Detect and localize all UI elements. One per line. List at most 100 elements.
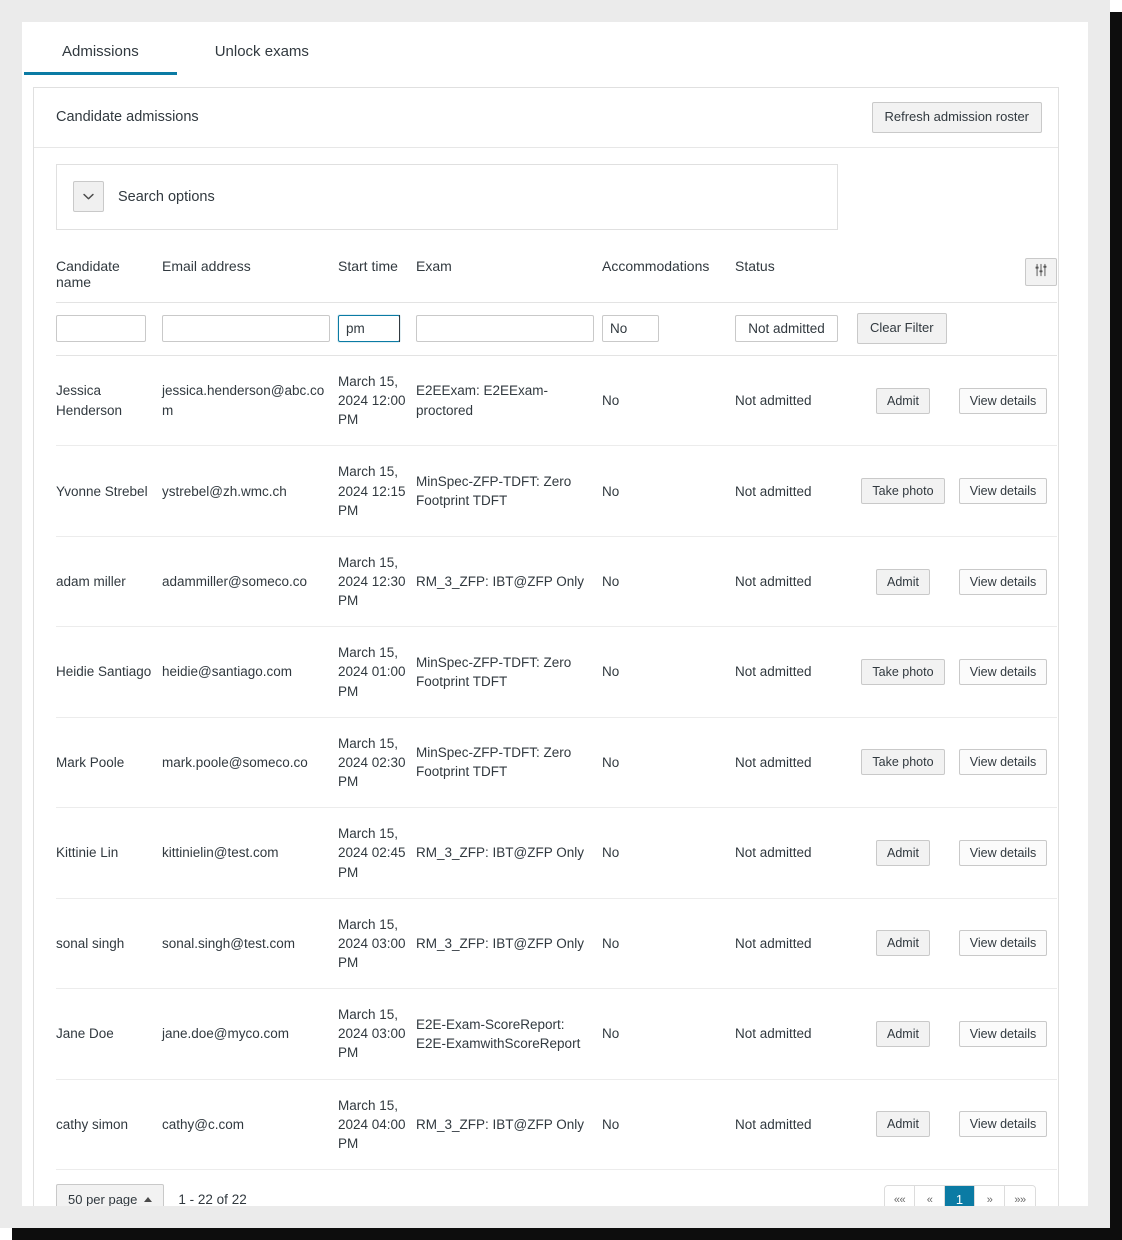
view-details-button[interactable]: View details bbox=[958, 568, 1048, 595]
view-details-button[interactable]: View details bbox=[958, 659, 1048, 686]
cell-candidate-name: adam miller bbox=[56, 536, 162, 628]
cell-status: Not admitted bbox=[735, 717, 857, 809]
table-row[interactable]: sonal singh sonal.singh@test.com March 1… bbox=[56, 898, 1057, 990]
filter-row: Clear Filter bbox=[56, 302, 1057, 356]
sliders-filter-icon bbox=[1034, 263, 1048, 280]
table-row[interactable]: Yvonne Strebel ystrebel@zh.wmc.ch March … bbox=[56, 445, 1057, 537]
cell-candidate-name: Mark Poole bbox=[56, 717, 162, 809]
filter-status-select[interactable] bbox=[735, 314, 838, 342]
take-photo-button[interactable]: Take photo bbox=[861, 749, 945, 776]
cell-email: cathy@c.com bbox=[162, 1079, 338, 1171]
cell-candidate-name: Yvonne Strebel bbox=[56, 445, 162, 537]
cell-status: Not admitted bbox=[735, 355, 857, 447]
table-row[interactable]: Jane Doe jane.doe@myco.com March 15, 202… bbox=[56, 988, 1057, 1080]
cell-email: heidie@santiago.com bbox=[162, 626, 338, 718]
cell-exam: RM_3_ZFP: IBT@ZFP Only bbox=[416, 1079, 602, 1171]
cell-candidate-name: Jane Doe bbox=[56, 988, 162, 1080]
cell-exam: MinSpec-ZFP-TDFT: Zero Footprint TDFT bbox=[416, 717, 602, 809]
cell-email: mark.poole@someco.co bbox=[162, 717, 338, 809]
filter-cell-exam bbox=[416, 302, 602, 356]
search-options-panel: Search options bbox=[56, 163, 838, 230]
table-row[interactable]: Jessica Henderson jessica.henderson@abc.… bbox=[56, 355, 1057, 447]
column-header-start-time[interactable]: Start time bbox=[338, 257, 416, 303]
table-row[interactable]: Mark Poole mark.poole@someco.co March 15… bbox=[56, 717, 1057, 809]
filter-cell-empty bbox=[957, 302, 1057, 356]
cell-action: Admit bbox=[857, 355, 957, 447]
cell-email: ystrebel@zh.wmc.ch bbox=[162, 445, 338, 537]
refresh-admission-roster-button[interactable]: Refresh admission roster bbox=[871, 102, 1042, 133]
column-header-candidate-name[interactable]: Candidate name bbox=[56, 257, 162, 303]
table-row[interactable]: cathy simon cathy@c.com March 15, 2024 0… bbox=[56, 1079, 1057, 1171]
table-row[interactable]: adam miller adammiller@someco.co March 1… bbox=[56, 536, 1057, 628]
view-details-button[interactable]: View details bbox=[958, 1111, 1048, 1138]
cell-details: View details bbox=[957, 807, 1057, 899]
cell-details: View details bbox=[957, 1079, 1057, 1171]
cell-start-time: March 15, 2024 12:00 PM bbox=[338, 355, 416, 447]
cell-start-time: March 15, 2024 12:15 PM bbox=[338, 445, 416, 537]
filter-cell-accommodations bbox=[602, 302, 735, 356]
table-body: Clear Filter Jessica Henderson jessica.h… bbox=[56, 302, 1057, 1171]
cell-candidate-name: cathy simon bbox=[56, 1079, 162, 1171]
pagination-first-button[interactable]: «« bbox=[885, 1185, 915, 1206]
admit-button[interactable]: Admit bbox=[876, 839, 930, 866]
table-row[interactable]: Kittinie Lin kittinielin@test.com March … bbox=[56, 807, 1057, 899]
filter-start-time-input[interactable] bbox=[338, 314, 400, 342]
admit-button[interactable]: Admit bbox=[876, 387, 930, 414]
filter-accommodations-select[interactable] bbox=[602, 314, 659, 342]
take-photo-button[interactable]: Take photo bbox=[861, 659, 945, 686]
cell-exam: E2E-Exam-ScoreReport: E2E-ExamwithScoreR… bbox=[416, 988, 602, 1080]
filter-email-input[interactable] bbox=[162, 314, 330, 342]
view-details-button[interactable]: View details bbox=[958, 1020, 1048, 1047]
cell-accommodations: No bbox=[602, 626, 735, 718]
take-photo-button[interactable]: Take photo bbox=[861, 478, 945, 505]
view-details-button[interactable]: View details bbox=[958, 930, 1048, 957]
cell-candidate-name: sonal singh bbox=[56, 898, 162, 990]
cell-action: Take photo bbox=[857, 445, 957, 537]
clear-filter-button[interactable]: Clear Filter bbox=[857, 312, 947, 344]
pagination-last-button[interactable]: »» bbox=[1005, 1185, 1035, 1206]
view-details-button[interactable]: View details bbox=[958, 478, 1048, 505]
card-body: Search options Candidate name Email addr… bbox=[34, 148, 1058, 1206]
cell-status: Not admitted bbox=[735, 1079, 857, 1171]
filter-cell-start-time bbox=[338, 302, 416, 356]
per-page-dropdown[interactable]: 50 per page bbox=[56, 1184, 165, 1206]
table-settings-button[interactable] bbox=[1025, 257, 1057, 286]
tab-admissions[interactable]: Admissions bbox=[24, 44, 177, 75]
view-details-button[interactable]: View details bbox=[958, 839, 1048, 866]
cell-email: jane.doe@myco.com bbox=[162, 988, 338, 1080]
admit-button[interactable]: Admit bbox=[876, 568, 930, 595]
admit-button[interactable]: Admit bbox=[876, 1111, 930, 1138]
column-header-accommodations[interactable]: Accommodations bbox=[602, 257, 735, 303]
cell-details: View details bbox=[957, 445, 1057, 537]
table-row[interactable]: Heidie Santiago heidie@santiago.com Marc… bbox=[56, 626, 1057, 718]
column-header-email-address[interactable]: Email address bbox=[162, 257, 338, 303]
cell-candidate-name: Heidie Santiago bbox=[56, 626, 162, 718]
admit-button[interactable]: Admit bbox=[876, 1020, 930, 1047]
tab-unlock-exams[interactable]: Unlock exams bbox=[177, 44, 347, 75]
candidate-admissions-card: Candidate admissions Refresh admission r… bbox=[33, 87, 1059, 1206]
table-footer: 50 per page 1 - 22 of 22 «« « 1 » »» bbox=[56, 1170, 1036, 1206]
cell-action: Admit bbox=[857, 898, 957, 990]
column-header-exam[interactable]: Exam bbox=[416, 257, 602, 303]
cell-details: View details bbox=[957, 898, 1057, 990]
column-header-status[interactable]: Status bbox=[735, 257, 857, 303]
cell-status: Not admitted bbox=[735, 626, 857, 718]
cell-candidate-name: Jessica Henderson bbox=[56, 355, 162, 447]
view-details-button[interactable]: View details bbox=[958, 749, 1048, 776]
pagination: «« « 1 » »» bbox=[884, 1184, 1036, 1206]
cell-exam: RM_3_ZFP: IBT@ZFP Only bbox=[416, 898, 602, 990]
cell-details: View details bbox=[957, 717, 1057, 809]
cell-status: Not admitted bbox=[735, 988, 857, 1080]
filter-exam-input[interactable] bbox=[416, 314, 594, 342]
pagination-next-button[interactable]: » bbox=[975, 1185, 1005, 1206]
page-frame: Admissions Unlock exams Candidate admiss… bbox=[0, 0, 1122, 1240]
cell-start-time: March 15, 2024 04:00 PM bbox=[338, 1079, 416, 1171]
search-options-toggle-button[interactable] bbox=[73, 181, 104, 213]
admit-button[interactable]: Admit bbox=[876, 930, 930, 957]
cell-start-time: March 15, 2024 02:30 PM bbox=[338, 717, 416, 809]
pagination-page-1-button[interactable]: 1 bbox=[945, 1185, 975, 1206]
admissions-table: Candidate name Email address Start time … bbox=[56, 257, 1057, 1171]
view-details-button[interactable]: View details bbox=[958, 387, 1048, 414]
filter-candidate-name-input[interactable] bbox=[56, 314, 146, 342]
pagination-prev-button[interactable]: « bbox=[915, 1185, 945, 1206]
